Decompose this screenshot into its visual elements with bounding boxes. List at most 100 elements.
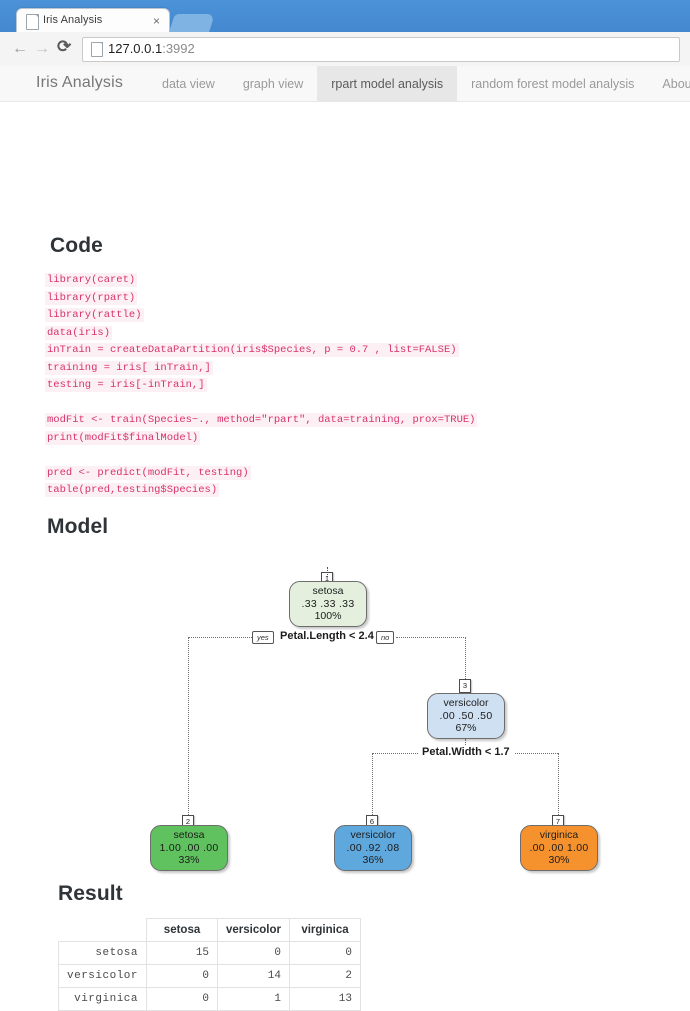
code-line: testing = iris[-inTrain,] — [45, 377, 475, 395]
node-label: versicolor — [443, 697, 489, 710]
code-line — [45, 395, 475, 413]
table-column-header: versicolor — [217, 918, 290, 942]
node-pct: 67% — [455, 722, 477, 735]
node-probs: .00 .00 1.00 — [529, 841, 589, 854]
code-line-text: table(pred,testing$Species) — [45, 483, 220, 497]
code-line-text: testing = iris[-inTrain,] — [45, 378, 207, 392]
nav-item-graph-view[interactable]: graph view — [229, 66, 317, 101]
split1-line-right — [396, 637, 466, 638]
code-line: data(iris) — [45, 325, 475, 343]
node-probs: .33 .33 .33 — [301, 597, 355, 610]
split1-label: Petal.Length < 2.4 — [276, 630, 378, 642]
table-row: virginica 0 1 13 — [57, 987, 361, 1011]
nav-item-data-view[interactable]: data view — [148, 66, 229, 101]
url-port: :3992 — [162, 41, 195, 56]
forward-icon[interactable]: → — [34, 41, 50, 57]
table-cell: 14 — [217, 964, 290, 988]
back-icon[interactable]: ← — [12, 41, 28, 57]
tab-strip: Iris Analysis × — [0, 0, 690, 35]
code-line: inTrain = createDataPartition(iris$Speci… — [45, 342, 475, 360]
url-host: 127.0.0.1 — [108, 41, 163, 56]
browser-tab[interactable]: Iris Analysis × — [16, 8, 170, 35]
url-text: 127.0.0.1:3992 — [108, 41, 195, 56]
node-label: versicolor — [350, 829, 396, 842]
table-cell: 0 — [289, 941, 361, 965]
app-navbar: Iris Analysis data view graph view rpart m… — [0, 66, 690, 102]
code-line-text: library(rpart) — [45, 290, 138, 305]
table-cell: 13 — [289, 987, 361, 1011]
decision-tree-diagram: 1 setosa .33 .33 .33 100% yes Petal.Leng… — [0, 557, 690, 877]
code-line-text: modFit <- train(Species~., method="rpart… — [45, 413, 478, 427]
code-line-text: library(caret) — [45, 273, 138, 287]
nav-item-random-forest-model-analysis[interactable]: random forest model analysis — [457, 66, 648, 101]
tree-node-versicolor-internal: versicolor .00 .50 .50 67% — [427, 693, 505, 739]
browser-chrome: Iris Analysis × ← → ⟳ 127.0.0.1:3992 — [0, 0, 690, 66]
node-pct: 36% — [362, 854, 384, 867]
node-pct: 100% — [314, 610, 342, 623]
code-line: pred <- predict(modFit, testing) — [45, 465, 475, 483]
table-cell: 1 — [217, 987, 290, 1011]
browser-toolbar: ← → ⟳ 127.0.0.1:3992 — [0, 32, 690, 66]
code-section-title: Code — [50, 234, 103, 257]
table-column-header: virginica — [289, 918, 361, 942]
table-row: versicolor 0 14 2 — [57, 964, 361, 988]
model-section-title: Model — [47, 515, 109, 538]
table-cell: 0 — [146, 964, 219, 988]
browser-tab-title: Iris Analysis — [43, 14, 103, 26]
code-line-text: pred <- predict(modFit, testing) — [45, 465, 251, 480]
node-label: setosa — [312, 585, 344, 598]
split2-line-left — [372, 753, 422, 754]
node-probs: 1.00 .00 .00 — [159, 841, 219, 854]
node-stem-1 — [327, 567, 328, 577]
code-line: modFit <- train(Species~., method="rpart… — [45, 412, 478, 430]
page-info-icon — [91, 42, 103, 57]
table-column-header: setosa — [146, 918, 219, 942]
code-block: library(caret) library(rpart) library(ratt… — [45, 272, 478, 500]
node-probs: .00 .92 .08 — [346, 841, 400, 854]
split2-label: Petal.Width < 1.7 — [418, 746, 514, 758]
table-row-header: virginica — [57, 987, 148, 1011]
table-row: setosa 15 0 0 — [57, 941, 361, 965]
table-cell: 0 — [217, 941, 290, 965]
code-line-text: print(modFit$finalModel) — [45, 430, 201, 445]
reload-icon[interactable]: ⟳ — [57, 38, 71, 55]
table-row-header: versicolor — [57, 964, 148, 988]
node-label: setosa — [173, 829, 205, 842]
new-tab-button[interactable] — [169, 14, 215, 32]
address-bar[interactable]: 127.0.0.1:3992 — [82, 37, 680, 62]
code-line: print(modFit$finalModel) — [45, 430, 475, 448]
nav-item-about[interactable]: About — [648, 66, 690, 101]
code-line: library(rattle) — [45, 307, 475, 325]
code-line — [45, 447, 475, 465]
app-brand[interactable]: Iris Analysis — [36, 74, 123, 92]
table-cell: 0 — [146, 987, 219, 1011]
node-number-3: 3 — [459, 679, 471, 693]
branch-left-vertical — [188, 637, 189, 815]
node-pct: 30% — [548, 854, 570, 867]
branch-node7-vertical — [558, 753, 559, 815]
tree-leaf-virginica: virginica .00 .00 1.00 30% — [520, 825, 598, 871]
node-probs: .00 .50 .50 — [439, 709, 493, 722]
code-line-text: data(iris) — [45, 325, 113, 340]
table-header-row: setosa versicolor virginica — [57, 918, 361, 942]
code-line: training = iris[ inTrain,] — [45, 360, 475, 378]
code-line-text: training = iris[ inTrain,] — [45, 360, 213, 375]
nav-item-rpart-model-analysis[interactable]: rpart model analysis — [317, 66, 458, 101]
close-icon[interactable]: × — [153, 13, 160, 29]
page-icon — [26, 14, 39, 30]
split1-no-badge: no — [376, 631, 395, 644]
table-cell: 2 — [289, 964, 361, 988]
table-cell: 15 — [146, 941, 219, 965]
code-line-text: library(rattle) — [45, 308, 144, 322]
result-section-title: Result — [58, 882, 123, 905]
tree-leaf-setosa: setosa 1.00 .00 .00 33% — [150, 825, 228, 871]
confusion-matrix-table: setosa versicolor virginica setosa 15 0 0 vers… — [57, 918, 361, 1011]
split1-line-left — [188, 637, 260, 638]
code-line: table(pred,testing$Species) — [45, 482, 475, 500]
table-body: setosa 15 0 0 versicolor 0 14 2 virginica 0 1 13 — [57, 941, 361, 1011]
nav-items: data view graph view rpart model analysis r… — [148, 66, 690, 101]
node-pct: 33% — [178, 854, 200, 867]
split1-yes-badge: yes — [252, 631, 274, 644]
